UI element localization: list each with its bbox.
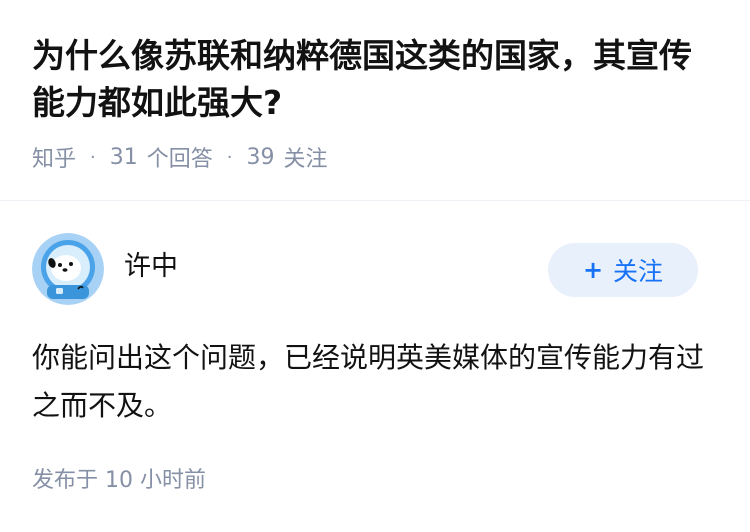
answer-meta: 发布于 10 小时前	[32, 465, 206, 497]
plus-icon: +	[582, 256, 604, 284]
question-title[interactable]: 为什么像苏联和纳粹德国这类的国家，其宣传能力都如此强大?	[32, 32, 722, 126]
meta-separator: ·	[226, 146, 233, 168]
author-name[interactable]: 许中	[124, 249, 178, 285]
answer-author-row: 许中 + 关注	[32, 233, 698, 305]
section-divider	[0, 200, 750, 201]
answer-count-label: 个回答	[146, 147, 213, 172]
follower-count-label: 关注	[283, 147, 328, 172]
bear-astronaut-icon	[32, 233, 104, 305]
source-label: 知乎	[32, 147, 77, 172]
follow-button[interactable]: + 关注	[548, 243, 698, 297]
posted-time: 10 小时前	[105, 468, 207, 493]
answer-content[interactable]: 你能问出这个问题，已经说明英美媒体的宣传能力有过之而不及。	[32, 334, 712, 430]
question-meta: 知乎 · 31 个回答 · 39 关注	[32, 142, 722, 173]
meta-separator: ·	[90, 146, 96, 168]
posted-prefix: 发布于	[32, 468, 99, 493]
follow-button-label: 关注	[613, 257, 664, 286]
follower-count: 39	[246, 144, 275, 170]
question-header: 为什么像苏联和纳粹德国这类的国家，其宣传能力都如此强大? 知乎 · 31 个回答…	[32, 32, 722, 172]
answer-count: 31	[109, 144, 138, 170]
avatar[interactable]	[32, 233, 104, 305]
